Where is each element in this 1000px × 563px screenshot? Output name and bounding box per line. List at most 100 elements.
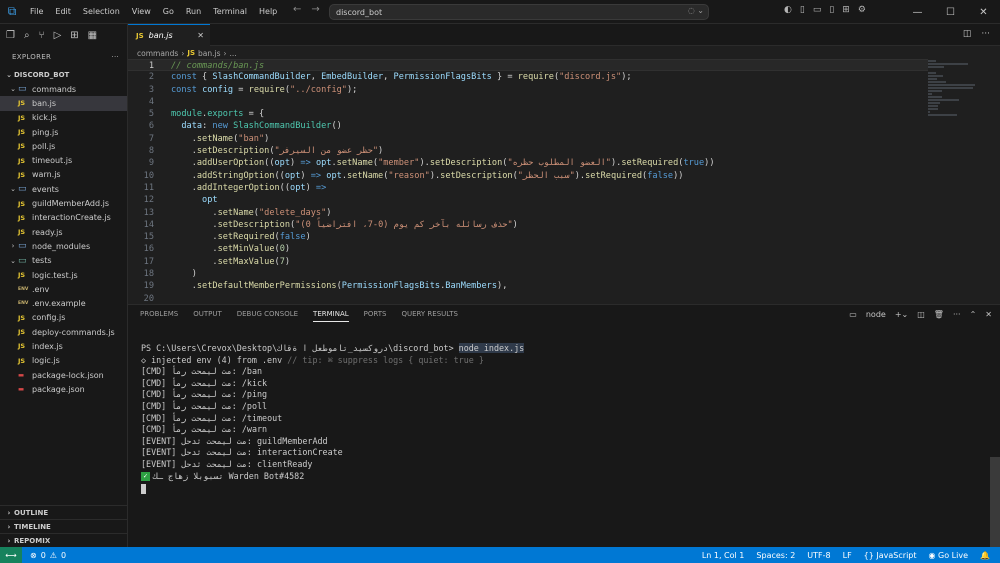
search-icon[interactable]: ⌕: [24, 30, 30, 41]
copilot-chevron-icon[interactable]: ◌ ⌄: [688, 6, 704, 15]
close-tab-icon[interactable]: ✕: [197, 31, 204, 40]
source-control-icon[interactable]: ⑂: [39, 30, 45, 41]
minimize-button[interactable]: —: [901, 0, 934, 24]
tab-ports[interactable]: PORTS: [364, 310, 387, 322]
line-number: 16: [143, 244, 154, 255]
env-file-icon: ENV: [18, 286, 29, 292]
tree-item[interactable]: JS ping.js: [0, 125, 127, 139]
terminal-output[interactable]: PS C:\Users\Crevox\Desktop\دروكسيد_تاموط…: [141, 343, 525, 495]
encoding[interactable]: UTF-8: [807, 551, 830, 560]
workspace-root[interactable]: ⌄ DISCORD_BOT: [0, 68, 127, 82]
tree-item[interactable]: JS ban.js: [0, 96, 127, 111]
more-actions-icon[interactable]: ···: [981, 29, 990, 39]
tree-item[interactable]: JS kick.js: [0, 111, 127, 125]
tree-item[interactable]: ⌄ ▭ tests: [0, 254, 127, 268]
section-timeline[interactable]: › TIMELINE: [0, 519, 128, 533]
maximize-panel-icon[interactable]: ⌃: [970, 310, 977, 319]
breadcrumb-file[interactable]: ban.js: [198, 49, 221, 58]
minimap[interactable]: [928, 59, 990, 302]
minimap-line: [928, 72, 937, 74]
code-line: 12 opt: [128, 194, 928, 206]
js-file-icon: JS: [18, 156, 26, 165]
editor-scrollbar[interactable]: [990, 59, 1000, 302]
notifications-bell-icon[interactable]: 🔔: [980, 551, 990, 560]
braces-icon: {}: [863, 550, 874, 560]
toggle-secondary-sidebar-icon[interactable]: ▯: [829, 5, 834, 15]
problems-indicator[interactable]: ⊗ 0 ⚠ 0: [22, 551, 66, 560]
tree-item[interactable]: ENV .env: [0, 282, 127, 296]
tree-item[interactable]: JS logic.js: [0, 354, 127, 368]
chevron-right-icon: ›: [11, 242, 15, 251]
toggle-panel-icon[interactable]: ▭: [813, 5, 822, 15]
breadcrumb-symbol[interactable]: ...: [230, 49, 237, 58]
section-outline[interactable]: › OUTLINE: [0, 505, 128, 519]
new-terminal-icon[interactable]: +⌄: [895, 310, 908, 319]
explorer-files-icon[interactable]: ❐: [6, 30, 15, 41]
tree-item[interactable]: ▬ package-lock.json: [0, 368, 127, 382]
forward-arrow-icon[interactable]: →: [311, 4, 319, 15]
tab-terminal[interactable]: TERMINAL: [313, 310, 349, 322]
more-actions-icon[interactable]: ···: [111, 53, 119, 61]
tab-query-results[interactable]: QUERY RESULTS: [401, 310, 457, 322]
split-terminal-icon[interactable]: ◫: [917, 310, 925, 319]
tree-item[interactable]: JS ready.js: [0, 225, 127, 239]
menu-go[interactable]: Go: [157, 7, 180, 16]
menu-file[interactable]: File: [24, 7, 49, 16]
split-editor-icon[interactable]: ◫: [963, 29, 972, 39]
terminal-scrollbar[interactable]: [990, 457, 1000, 547]
language-mode[interactable]: {} JavaScript: [864, 551, 917, 560]
remote-indicator-icon[interactable]: ⟷: [0, 547, 22, 563]
menu-help[interactable]: Help: [253, 7, 283, 16]
tree-item[interactable]: ENV .env.example: [0, 296, 127, 310]
tree-item[interactable]: JS config.js: [0, 311, 127, 325]
menu-terminal[interactable]: Terminal: [207, 7, 253, 16]
code-line: 15 .setRequired(false): [128, 231, 928, 243]
tab-problems[interactable]: PROBLEMS: [140, 310, 178, 322]
more-actions-icon[interactable]: ···: [953, 310, 961, 319]
tree-item[interactable]: JS poll.js: [0, 139, 127, 153]
toggle-primary-sidebar-icon[interactable]: ▯: [800, 5, 805, 15]
extensions-icon[interactable]: ⊞: [70, 30, 78, 41]
tree-item[interactable]: ⌄ ▭ commands: [0, 82, 127, 96]
code-text: .addIntegerOption((opt) =>: [171, 182, 327, 193]
terminal-log-line: [CMD] مت ليمحت رمأ: /kick: [141, 377, 268, 388]
menu-view[interactable]: View: [126, 7, 157, 16]
tree-item[interactable]: ▬ package.json: [0, 382, 127, 396]
tree-item[interactable]: ⌄ ▭ events: [0, 182, 127, 196]
tree-item[interactable]: JS guildMemberAdd.js: [0, 196, 127, 210]
tree-item[interactable]: › ▭ node_modules: [0, 239, 127, 253]
section-repomix[interactable]: › REPOMIX: [0, 533, 128, 547]
menu-edit[interactable]: Edit: [49, 7, 77, 16]
cursor-position[interactable]: Ln 1, Col 1: [702, 551, 745, 560]
maximize-button[interactable]: ☐: [934, 0, 967, 24]
go-live-button[interactable]: ◉ Go Live: [929, 551, 969, 560]
terminal-shell-icon[interactable]: ▭: [849, 310, 857, 319]
back-arrow-icon[interactable]: ←: [293, 4, 301, 15]
accounts-icon[interactable]: ◐: [784, 5, 792, 15]
terminal-shell-label[interactable]: node: [866, 310, 886, 319]
command-center-search[interactable]: discord_bot ◌ ⌄: [329, 4, 709, 20]
menu-run[interactable]: Run: [180, 7, 207, 16]
tab-ban-js[interactable]: JS ban.js ✕: [128, 24, 210, 46]
tree-item[interactable]: JS interactionCreate.js: [0, 211, 127, 225]
kill-terminal-icon[interactable]: 🗑: [934, 310, 944, 319]
tree-item[interactable]: JS deploy-commands.js: [0, 325, 127, 339]
more-views-icon[interactable]: ▦: [88, 30, 97, 41]
close-window-button[interactable]: ✕: [967, 0, 1000, 24]
run-debug-icon[interactable]: ▷: [54, 30, 62, 41]
indentation[interactable]: Spaces: 2: [756, 551, 795, 560]
settings-gear-icon[interactable]: ⚙: [858, 5, 866, 15]
close-panel-icon[interactable]: ✕: [985, 310, 992, 319]
code-editor[interactable]: 1// commands/ban.js 2 const { SlashCommand…: [128, 59, 928, 302]
tree-item[interactable]: JS timeout.js: [0, 153, 127, 167]
breadcrumb-folder[interactable]: commands: [137, 49, 178, 58]
tab-output[interactable]: OUTPUT: [193, 310, 222, 322]
menu-selection[interactable]: Selection: [77, 7, 126, 16]
end-of-line[interactable]: LF: [843, 551, 852, 560]
tree-item[interactable]: JS logic.test.js: [0, 268, 127, 282]
js-file-icon: JS: [18, 313, 26, 322]
tree-item[interactable]: JS index.js: [0, 339, 127, 353]
customize-layout-icon[interactable]: ⊞: [842, 5, 850, 15]
tab-debug-console[interactable]: DEBUG CONSOLE: [237, 310, 298, 322]
tree-item[interactable]: JS warn.js: [0, 168, 127, 182]
